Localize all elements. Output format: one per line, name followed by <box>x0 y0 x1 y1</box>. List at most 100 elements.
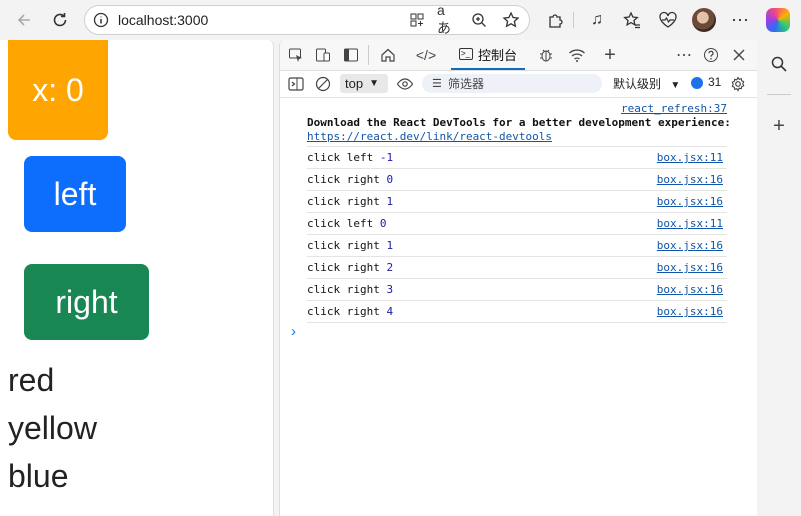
favorite-icon[interactable] <box>501 10 521 30</box>
network-wifi-icon[interactable] <box>567 45 587 65</box>
color-item-red: red <box>8 362 55 398</box>
log-text: click right <box>307 239 380 252</box>
reload-icon[interactable] <box>48 8 72 32</box>
dock-side-icon[interactable] <box>341 45 361 65</box>
log-row: click right 4 box.jsx:16 <box>307 301 727 323</box>
tab-console[interactable]: >_ 控制台 <box>451 40 525 70</box>
context-selector[interactable]: top ▼ <box>340 74 388 93</box>
intro-link-row: https://react.dev/link/react-devtools <box>307 130 727 147</box>
log-text: click right <box>307 261 380 274</box>
log-number: -1 <box>379 151 394 164</box>
more-icon[interactable]: ⋯ <box>728 8 752 32</box>
color-item-blue: blue <box>8 458 69 494</box>
log-source-link[interactable]: box.jsx:11 <box>657 147 723 168</box>
address-bar[interactable]: localhost:3000 aあ <box>84 2 530 36</box>
log-source-link[interactable]: box.jsx:11 <box>657 213 723 234</box>
more-tabs-plus-icon[interactable]: + <box>600 44 620 66</box>
log-row: click right 3 box.jsx:16 <box>307 279 727 301</box>
log-text: click right <box>307 195 380 208</box>
sidebar-search-icon[interactable] <box>767 52 791 76</box>
device-toggle-icon[interactable] <box>313 45 333 65</box>
log-source-link[interactable]: box.jsx:16 <box>657 301 723 322</box>
log-number: 1 <box>386 239 394 252</box>
extensions-icon[interactable] <box>543 8 567 32</box>
color-item-yellow: yellow <box>8 410 97 446</box>
message-count[interactable]: 31 <box>708 75 721 89</box>
intro-link[interactable]: https://react.dev/link/react-devtools <box>307 130 552 143</box>
copilot-icon[interactable] <box>766 8 790 32</box>
console-prompt[interactable]: › <box>291 323 296 340</box>
read-aloud-icon[interactable]: aあ <box>437 2 457 36</box>
log-level-value: 默认级别 <box>613 77 662 91</box>
filter-placeholder: 筛选器 <box>448 77 485 91</box>
log-text: click right <box>307 283 380 296</box>
log-row: click left 0 box.jsx:11 <box>307 213 727 235</box>
log-text: click right <box>307 173 380 186</box>
log-row: click right 1 box.jsx:16 <box>307 235 727 257</box>
favorites-icon[interactable] <box>620 8 644 32</box>
info-icon[interactable] <box>93 12 109 28</box>
log-number: 3 <box>386 283 394 296</box>
media-icon[interactable]: ♫ <box>585 8 609 32</box>
log-source-link[interactable]: box.jsx:16 <box>657 257 723 278</box>
log-number: 1 <box>386 195 394 208</box>
devtools-tab-bar: </> >_ 控制台 + ⋯ <box>280 40 758 71</box>
help-icon[interactable] <box>701 45 721 65</box>
log-row: click left -1 box.jsx:11 <box>307 147 727 169</box>
address-url[interactable]: localhost:3000 <box>118 12 208 28</box>
live-expression-eye-icon[interactable] <box>395 74 415 94</box>
log-row: click right 1 box.jsx:16 <box>307 191 727 213</box>
sidebar-toggle-icon[interactable] <box>286 74 306 94</box>
welcome-home-icon[interactable] <box>378 45 398 65</box>
log-number: 4 <box>386 305 394 318</box>
log-source-link[interactable]: box.jsx:16 <box>657 191 723 212</box>
intro-message: Download the React DevTools for a better… <box>307 116 731 129</box>
toolbar-divider <box>573 12 574 28</box>
tab-divider <box>368 45 369 65</box>
profile-avatar[interactable] <box>692 8 716 32</box>
log-text: click right <box>307 305 380 318</box>
console-toolbar: top ▼ ☰ 筛选器 默认级别 ▼ 31 <box>280 71 758 98</box>
log-text: click left <box>307 151 374 164</box>
console-settings-gear-icon[interactable] <box>728 74 748 94</box>
filter-input[interactable]: ☰ 筛选器 <box>422 74 602 93</box>
level-chevron-down-icon: ▼ <box>670 80 681 91</box>
zoom-icon[interactable] <box>469 10 489 30</box>
log-number: 0 <box>386 173 394 186</box>
devtools-panel: </> >_ 控制台 + ⋯ top ▼ ☰ 筛选器 默认级别 ▼ 31 rea… <box>279 40 758 516</box>
page-viewport: x: 0 left right red yellow blue <box>0 40 274 516</box>
bug-icon[interactable] <box>536 45 556 65</box>
intro-source-text[interactable]: react_refresh:37 <box>621 102 727 115</box>
filter-icon: ☰ <box>432 78 442 90</box>
chevron-down-icon: ▼ <box>369 78 379 89</box>
log-source-link[interactable]: box.jsx:16 <box>657 279 723 300</box>
log-text: click left <box>307 217 374 230</box>
edge-sidebar: + <box>757 40 801 516</box>
log-level-selector[interactable]: 默认级别 ▼ <box>613 75 680 92</box>
devtools-more-icon[interactable]: ⋯ <box>674 45 694 65</box>
x-value-box: x: 0 <box>8 40 108 140</box>
elements-tab-icon[interactable]: </> <box>416 45 436 65</box>
clear-console-icon[interactable] <box>313 74 333 94</box>
intro-source-link[interactable]: react_refresh:37 <box>307 102 727 116</box>
console-messages: react_refresh:37 Download the React DevT… <box>307 102 731 323</box>
log-row: click right 2 box.jsx:16 <box>307 257 727 279</box>
log-number: 0 <box>379 217 387 230</box>
back-icon[interactable] <box>12 8 36 32</box>
health-icon[interactable] <box>656 8 680 32</box>
right-button[interactable]: right <box>24 264 149 340</box>
message-count-icon[interactable] <box>691 77 703 89</box>
console-icon: >_ <box>458 48 473 60</box>
log-row: click right 0 box.jsx:16 <box>307 169 727 191</box>
log-source-link[interactable]: box.jsx:16 <box>657 169 723 190</box>
tab-console-label: 控制台 <box>477 47 517 63</box>
inspect-icon[interactable] <box>286 45 306 65</box>
left-button[interactable]: left <box>24 156 126 232</box>
sidebar-add-icon[interactable]: + <box>767 114 791 138</box>
context-value: top <box>345 76 364 91</box>
close-devtools-icon[interactable] <box>729 45 749 65</box>
log-number: 2 <box>386 261 394 274</box>
log-source-link[interactable]: box.jsx:16 <box>657 235 723 256</box>
grid-icon[interactable] <box>407 10 427 30</box>
sidebar-divider <box>767 94 791 95</box>
